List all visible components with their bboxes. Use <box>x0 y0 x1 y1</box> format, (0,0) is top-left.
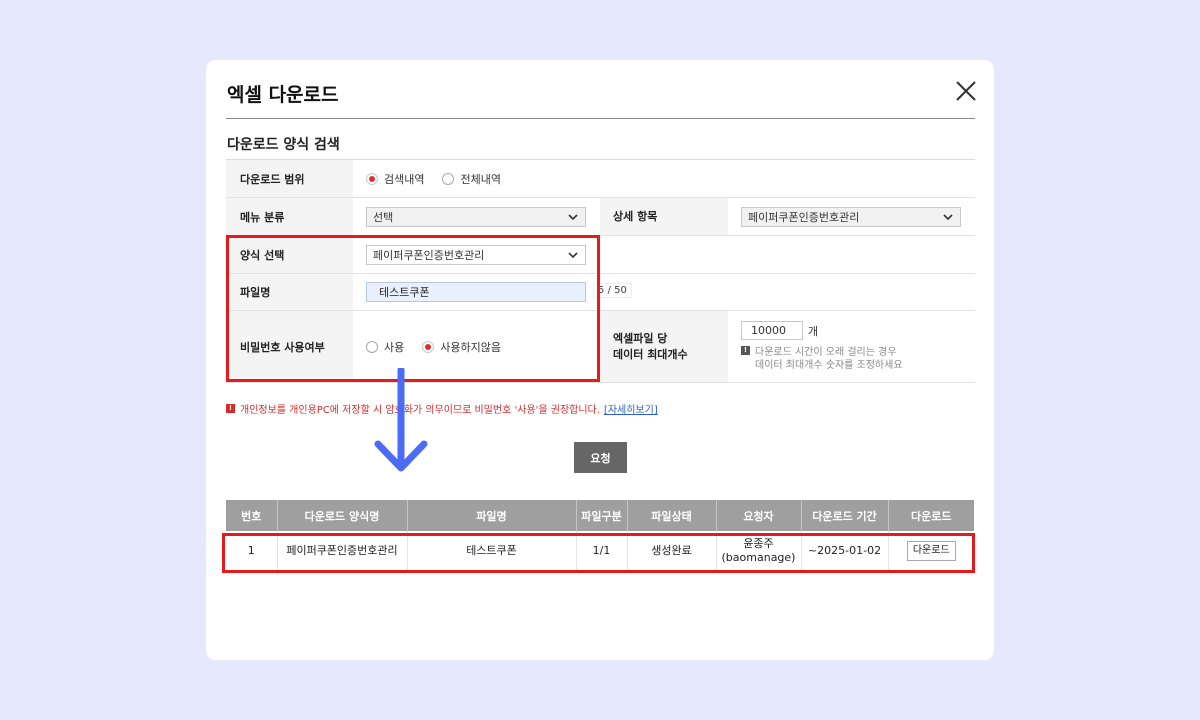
scope-radio-group: 검색내역 전체내역 <box>366 171 519 187</box>
cell-requester: 윤종주 (baomanage) <box>716 531 802 572</box>
max-rows-label: 엑셀파일 당 데이터 최대개수 <box>600 311 728 382</box>
detail-label: 상세 항목 <box>600 198 728 235</box>
header-status: 파일상태 <box>627 500 717 531</box>
filename-label: 파일명 <box>226 274 353 310</box>
download-results-table: 번호 다운로드 양식명 파일명 파일구분 파일상태 요청자 다운로드 기간 다운… <box>226 500 974 572</box>
cell-period: ~2025-01-02 <box>801 531 889 572</box>
radio-unchecked-icon <box>366 340 378 353</box>
radio-scope-all[interactable]: 전체내역 <box>442 171 501 187</box>
row-menu: 메뉴 분류 선택 상세 항목 페이퍼쿠폰인증번호관리 <box>226 198 975 236</box>
password-radio-group: 사용 사용하지않음 <box>366 339 519 355</box>
download-form: 다운로드 범위 검색내역 전체내역 메뉴 분류 선택 상세 항목 페이퍼쿠폰인증… <box>226 159 975 383</box>
download-button[interactable]: 다운로드 <box>906 540 956 561</box>
cell-no: 1 <box>226 531 278 572</box>
row-template: 양식 선택 페이퍼쿠폰인증번호관리 <box>226 236 975 274</box>
filename-counter: 5 / 50 <box>593 283 632 298</box>
modal-title: 엑셀 다운로드 <box>227 84 339 106</box>
chevron-down-icon <box>943 213 953 220</box>
template-select[interactable]: 페이퍼쿠폰인증번호관리 <box>366 244 586 265</box>
cell-template: 페이퍼쿠폰인증번호관리 <box>277 531 408 572</box>
details-link[interactable]: [자세히보기] <box>604 401 658 416</box>
close-icon[interactable] <box>954 79 978 103</box>
title-divider <box>226 118 975 119</box>
header-no: 번호 <box>226 500 278 531</box>
excel-download-modal: 엑셀 다운로드 다운로드 양식 검색 다운로드 범위 검색내역 전체내역 메뉴 … <box>206 60 994 660</box>
header-requester: 요청자 <box>716 500 802 531</box>
radio-password-none[interactable]: 사용하지않음 <box>422 339 501 355</box>
radio-checked-icon <box>422 340 435 353</box>
scope-label: 다운로드 범위 <box>226 160 353 197</box>
radio-unchecked-icon <box>442 172 455 185</box>
radio-checked-icon <box>366 172 378 185</box>
cell-part: 1/1 <box>576 531 628 572</box>
header-download: 다운로드 <box>888 500 974 531</box>
row-filename: 파일명 테스트쿠폰 5 / 50 <box>226 274 975 311</box>
request-button[interactable]: 요청 <box>574 442 627 473</box>
menu-label: 메뉴 분류 <box>226 198 353 235</box>
radio-password-use[interactable]: 사용 <box>366 339 404 355</box>
password-label: 비밀번호 사용여부 <box>226 311 353 382</box>
max-rows-hint: 다운로드 시간이 오래 걸리는 경우 데이터 최대개수 숫자를 조정하세요 <box>755 347 903 371</box>
privacy-warning: ! 개인정보를 개인용PC에 저장할 시 암호화가 의무이므로 비밀번호 '사용… <box>226 401 658 416</box>
template-label: 양식 선택 <box>226 236 353 273</box>
radio-scope-search[interactable]: 검색내역 <box>366 171 424 187</box>
table-header-row: 번호 다운로드 양식명 파일명 파일구분 파일상태 요청자 다운로드 기간 다운… <box>226 500 974 531</box>
chevron-down-icon <box>568 213 578 220</box>
header-template: 다운로드 양식명 <box>277 500 408 531</box>
row-password: 비밀번호 사용여부 사용 사용하지않음 엑셀파일 당 데이터 최대개수 1000… <box>226 311 975 383</box>
max-rows-input[interactable]: 10000 <box>741 321 803 340</box>
header-period: 다운로드 기간 <box>801 500 889 531</box>
header-filename: 파일명 <box>407 500 577 531</box>
chevron-down-icon <box>568 251 578 258</box>
table-row: 1 페이퍼쿠폰인증번호관리 테스트쿠폰 1/1 생성완료 윤종주 (baoman… <box>226 531 974 572</box>
filename-input[interactable]: 테스트쿠폰 <box>366 282 586 302</box>
detail-select[interactable]: 페이퍼쿠폰인증번호관리 <box>741 206 961 227</box>
max-rows-unit: 개 <box>808 324 819 338</box>
row-scope: 다운로드 범위 검색내역 전체내역 <box>226 160 975 198</box>
header-part: 파일구분 <box>576 500 628 531</box>
section-title: 다운로드 양식 검색 <box>227 137 340 153</box>
info-icon: ! <box>741 346 750 355</box>
cell-download: 다운로드 <box>888 531 974 572</box>
menu-select[interactable]: 선택 <box>366 206 586 227</box>
cell-filename: 테스트쿠폰 <box>407 531 577 572</box>
warning-icon: ! <box>226 404 235 413</box>
arrow-down-icon <box>374 368 428 472</box>
cell-status: 생성완료 <box>627 531 717 572</box>
